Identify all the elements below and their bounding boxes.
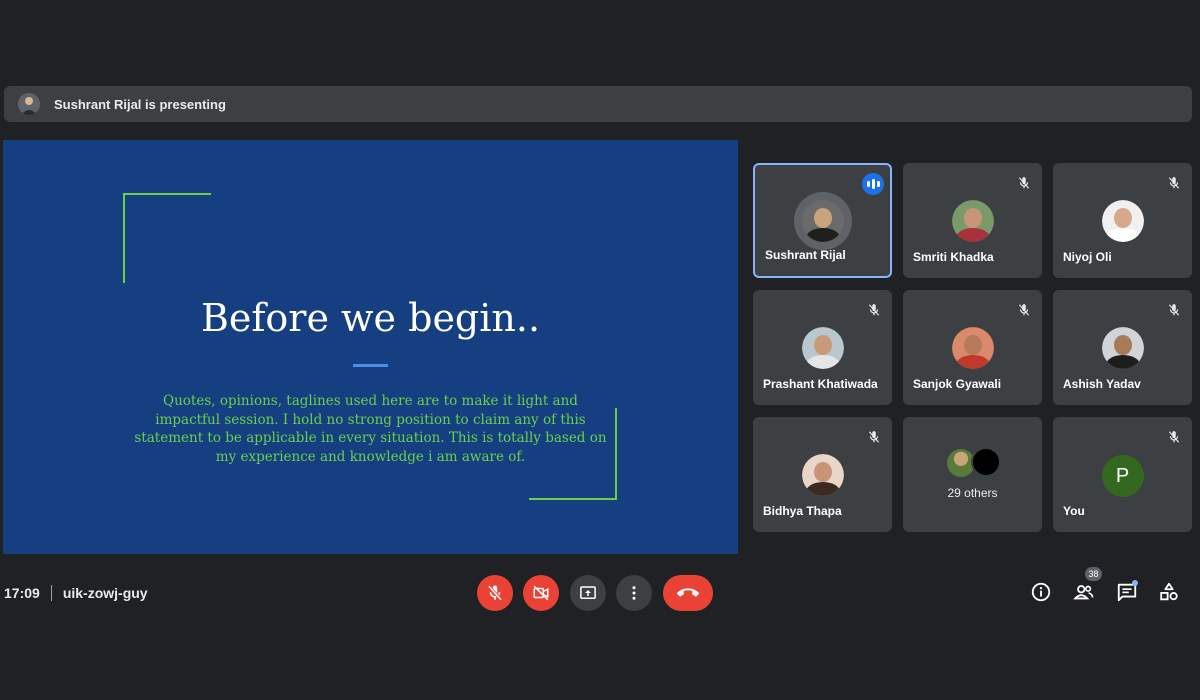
participant-tile-you[interactable]: P You (1053, 417, 1192, 532)
meeting-code: uik-zowj-guy (62, 585, 148, 601)
speaking-indicator-icon (862, 173, 884, 195)
participant-name: You (1063, 504, 1085, 518)
mic-off-icon (1014, 300, 1034, 320)
avatar (951, 200, 994, 242)
others-count-label: 29 others (947, 486, 998, 500)
mic-off-icon (864, 427, 884, 447)
participant-tile-smriti-khadka[interactable]: Smriti Khadka (903, 163, 1042, 278)
others-tile[interactable]: 29 others (903, 417, 1042, 532)
slide-corner-decoration (123, 193, 211, 283)
present-now-button[interactable] (570, 575, 606, 611)
avatar (951, 327, 994, 369)
mic-off-icon (1164, 427, 1184, 447)
participant-tile-sanjok-gyawali[interactable]: Sanjok Gyawali (903, 290, 1042, 405)
participant-tile-ashish-yadav[interactable]: Ashish Yadav (1053, 290, 1192, 405)
camera-toggle-button[interactable] (523, 575, 559, 611)
mic-off-icon (864, 300, 884, 320)
participant-name: Prashant Khatiwada (763, 377, 878, 391)
meeting-details-button[interactable] (1029, 580, 1053, 604)
participant-tile-bidhya-thapa[interactable]: Bidhya Thapa (753, 417, 892, 532)
avatar (801, 327, 844, 369)
people-button[interactable] (1072, 580, 1096, 604)
participant-name: Smriti Khadka (913, 250, 994, 264)
slide-title: Before we begin.. (200, 296, 541, 340)
participant-name: Sushrant Rijal (765, 248, 846, 262)
avatar: P (1101, 455, 1144, 497)
mic-off-icon (1164, 173, 1184, 193)
mic-off-icon (487, 585, 503, 601)
slide-body-text: Quotes, opinions, taglines used here are… (134, 393, 607, 465)
divider (50, 585, 52, 601)
activities-icon (1160, 582, 1178, 601)
present-to-all-icon (580, 586, 596, 599)
meet-window: Sushrant Rijal is presenting Before we b… (0, 0, 1200, 700)
more-options-button[interactable] (616, 575, 652, 611)
leave-call-button[interactable] (663, 575, 713, 611)
presenting-text: Sushrant Rijal is presenting (54, 96, 226, 112)
participant-tile-sushrant-rijal[interactable]: Sushrant Rijal (753, 163, 892, 278)
avatar (1101, 327, 1144, 369)
presenter-avatar (18, 93, 40, 115)
avatar (971, 447, 1001, 477)
more-vert-icon (632, 586, 636, 600)
chat-notification-dot (1132, 580, 1138, 586)
mic-off-icon (1014, 173, 1034, 193)
shared-slide: Before we begin.. Quotes, opinions, tagl… (3, 140, 738, 554)
mic-toggle-button[interactable] (477, 575, 513, 611)
participant-name: Niyoj Oli (1063, 250, 1112, 264)
participant-name: Sanjok Gyawali (913, 377, 1002, 391)
meeting-time: 17:09 (4, 585, 40, 601)
participant-name: Bidhya Thapa (763, 504, 842, 518)
meeting-info: 17:09 uik-zowj-guy (4, 584, 148, 602)
presenting-banner: Sushrant Rijal is presenting (4, 86, 1192, 122)
avatar (1101, 200, 1144, 242)
participant-tile-niyoj-oli[interactable]: Niyoj Oli (1053, 163, 1192, 278)
participant-name: Ashish Yadav (1063, 377, 1141, 391)
mic-off-icon (1164, 300, 1184, 320)
people-count-badge: 38 (1085, 567, 1102, 581)
others-avatars (947, 447, 1007, 477)
avatar (793, 192, 852, 250)
avatar (801, 454, 844, 496)
participant-tile-prashant-khatiwada[interactable]: Prashant Khatiwada (753, 290, 892, 405)
videocam-off-icon (533, 585, 549, 601)
slide-title-underline (353, 364, 388, 367)
call-end-icon (677, 588, 699, 597)
people-icon (1073, 585, 1094, 600)
activities-button[interactable] (1157, 580, 1181, 604)
info-icon (1031, 582, 1051, 602)
